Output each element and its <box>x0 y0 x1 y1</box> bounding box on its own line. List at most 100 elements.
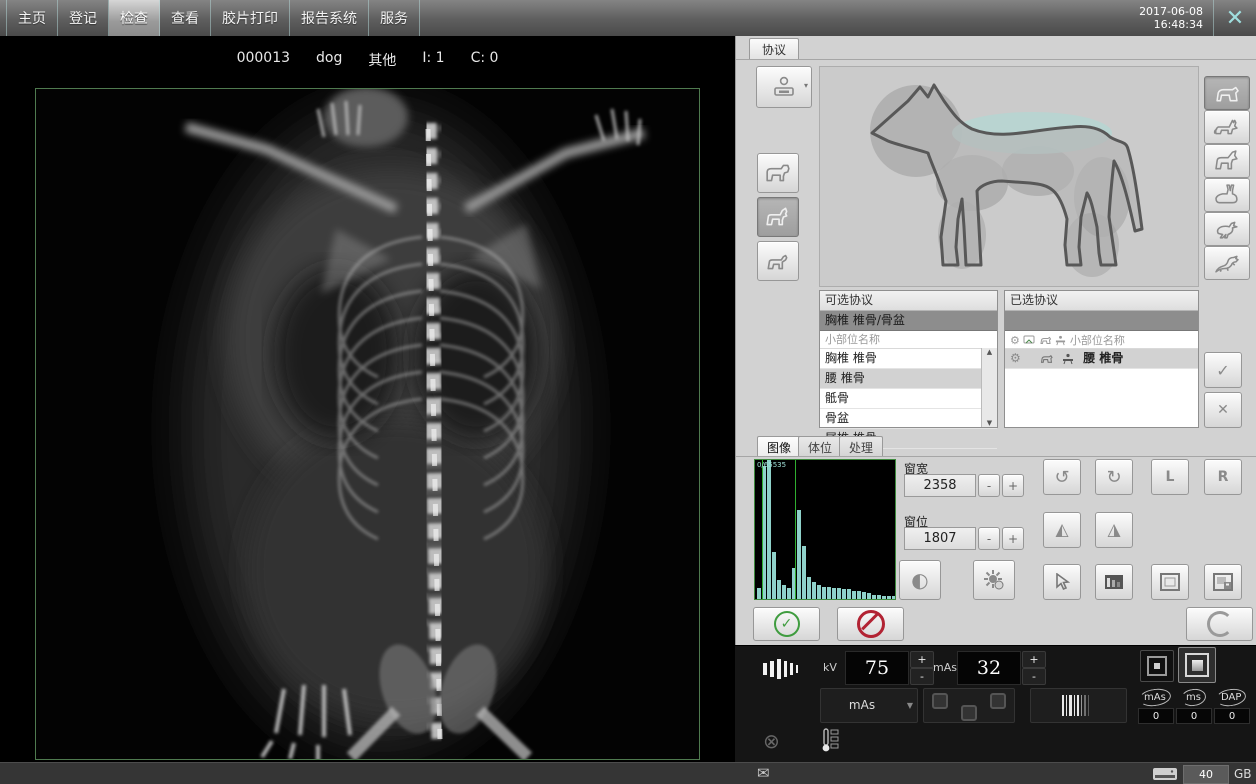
mas-value[interactable]: 32 <box>957 651 1021 685</box>
species-rabbit-button[interactable] <box>1204 178 1250 212</box>
barcode-button[interactable] <box>1030 688 1127 723</box>
image-reject-button[interactable] <box>837 607 904 641</box>
contrast-button[interactable]: ◐ <box>899 560 941 600</box>
transfer-icon <box>1023 335 1035 345</box>
rabbit-icon <box>1216 185 1237 203</box>
marker-l-label: L <box>1166 469 1175 485</box>
focus-large-button[interactable] <box>1178 647 1216 683</box>
window-width-minus-button[interactable]: - <box>978 474 1000 497</box>
table-stand-icon <box>1055 335 1066 346</box>
species-bird-button[interactable] <box>1204 212 1250 246</box>
menu-item-report-system[interactable]: 报告系统 <box>290 0 369 36</box>
image-tab-divider <box>736 456 1256 457</box>
dog-size-small-button[interactable] <box>757 241 799 281</box>
flip-horizontal-icon: ◮ <box>1107 520 1120 540</box>
image-accept-button[interactable]: ✓ <box>753 607 820 641</box>
dog-size-large-button[interactable] <box>757 153 799 193</box>
menu-item-film-print[interactable]: 胶片打印 <box>211 0 290 36</box>
save-view-button[interactable] <box>1204 564 1242 600</box>
protocol-group-row[interactable]: 胸椎 椎骨/骨盆 <box>820 311 997 331</box>
marker-l-button[interactable]: L <box>1151 459 1189 495</box>
histogram-marker-high[interactable] <box>795 460 796 599</box>
selected-protocols-title: 已选协议 <box>1005 291 1198 311</box>
aec-chamber-center[interactable] <box>961 705 977 721</box>
kv-plus-button[interactable]: + <box>910 651 934 668</box>
patient-name: dog <box>316 50 342 70</box>
menu-item-service[interactable]: 服务 <box>369 0 420 36</box>
study-header: 000013 dog 其他 I: 1 C: 0 <box>0 50 735 70</box>
species-dog-button[interactable] <box>1204 76 1250 110</box>
dog-anatomy-diagram[interactable] <box>819 66 1199 287</box>
histogram-thumbnail[interactable]: 0/65535 <box>754 459 896 600</box>
marker-r-button[interactable]: R <box>1204 459 1242 495</box>
species-horse-button[interactable] <box>1204 144 1250 178</box>
available-protocols-title: 可选协议 <box>820 291 997 311</box>
window-level-value[interactable]: 1807 <box>904 527 976 550</box>
window-level-minus-button[interactable]: - <box>978 527 1000 550</box>
rotate-ccw-button[interactable]: ↺ <box>1043 459 1081 495</box>
pointer-tool-button[interactable] <box>1043 564 1081 600</box>
selected-column-label: 小部位名称 <box>1070 332 1125 349</box>
marker-r-label: R <box>1218 469 1229 485</box>
window-width-plus-button[interactable]: + <box>1002 474 1024 497</box>
dog-icon <box>1039 353 1054 364</box>
chevron-down-icon: ▾ <box>804 81 808 90</box>
medium-dog-icon <box>767 208 787 224</box>
protocol-row-selected[interactable]: 腰 椎骨 <box>820 369 997 389</box>
menu-item-view[interactable]: 查看 <box>160 0 211 36</box>
protocol-row[interactable]: 骶骨 <box>820 389 997 409</box>
selected-protocol-row[interactable]: ⚙ 腰 椎骨 <box>1005 349 1198 369</box>
rotate-cw-button[interactable]: ↻ <box>1095 459 1133 495</box>
dog-size-medium-button[interactable] <box>757 197 799 237</box>
full-view-button[interactable] <box>1151 564 1189 600</box>
protocol-panel: 协议 ▾ <box>735 36 1256 645</box>
mail-icon[interactable]: ✉ <box>757 764 770 782</box>
collimator-icon <box>761 654 805 684</box>
tab-processing[interactable]: 处理 <box>839 436 883 457</box>
species-cat-button[interactable] <box>1204 110 1250 144</box>
scroll-up-icon[interactable]: ▲ <box>987 348 992 356</box>
contrast-icon: ◐ <box>911 568 928 592</box>
tab-position[interactable]: 体位 <box>798 436 842 457</box>
aec-chamber-right[interactable] <box>990 693 1006 709</box>
available-list-scrollbar[interactable]: ▲▼ <box>981 348 997 427</box>
mas-plus-button[interactable]: + <box>1022 651 1046 668</box>
exposure-mode-dropdown[interactable]: mAs ▼ <box>820 688 918 723</box>
image-reset-button[interactable] <box>1186 607 1253 641</box>
xray-image[interactable] <box>35 88 700 760</box>
chevron-down-icon: ▼ <box>907 701 913 710</box>
no-entry-icon <box>857 610 885 638</box>
window-level-plus-button[interactable]: + <box>1002 527 1024 550</box>
protocol-row[interactable]: 胸椎 椎骨 <box>820 349 997 369</box>
window-width-value[interactable]: 2358 <box>904 474 976 497</box>
operator-device-button[interactable]: ▾ <box>756 66 812 108</box>
flip-horizontal-button[interactable]: ◮ <box>1095 512 1133 548</box>
gear-icon: ⚙ <box>1010 349 1021 368</box>
brightness-settings-button[interactable] <box>973 560 1015 600</box>
kv-value[interactable]: 75 <box>845 651 909 685</box>
menu-item-exam[interactable]: 检查 <box>109 0 160 36</box>
protocol-accept-button[interactable]: ✓ <box>1204 352 1242 388</box>
close-icon[interactable]: ✕ <box>1213 0 1256 36</box>
tab-protocol[interactable]: 协议 <box>749 38 799 60</box>
cat-icon <box>1215 120 1237 133</box>
flip-vertical-icon: ◭ <box>1055 520 1068 540</box>
patient-species: 其他 <box>368 50 396 70</box>
tab-image[interactable]: 图像 <box>757 436 801 457</box>
mas-minus-button[interactable]: - <box>1022 668 1046 685</box>
protocol-row[interactable]: 骨盆 <box>820 409 997 429</box>
menu-item-register[interactable]: 登记 <box>58 0 109 36</box>
menu-item-home[interactable]: 主页 <box>6 0 58 36</box>
frame-icon <box>1160 573 1180 591</box>
flip-vertical-button[interactable]: ◭ <box>1043 512 1081 548</box>
meter-dap-value: 0 <box>1214 708 1250 724</box>
image-adjust-button[interactable] <box>1095 564 1133 600</box>
histogram-marker-low[interactable] <box>762 460 763 599</box>
scroll-down-icon[interactable]: ▼ <box>987 419 992 427</box>
storage-unit: GB <box>1234 767 1252 781</box>
aec-chamber-left[interactable] <box>932 693 948 709</box>
kv-minus-button[interactable]: - <box>910 668 934 685</box>
protocol-remove-button[interactable]: ✕ <box>1204 392 1242 428</box>
focus-small-button[interactable] <box>1140 650 1174 682</box>
species-lizard-button[interactable] <box>1204 246 1250 280</box>
